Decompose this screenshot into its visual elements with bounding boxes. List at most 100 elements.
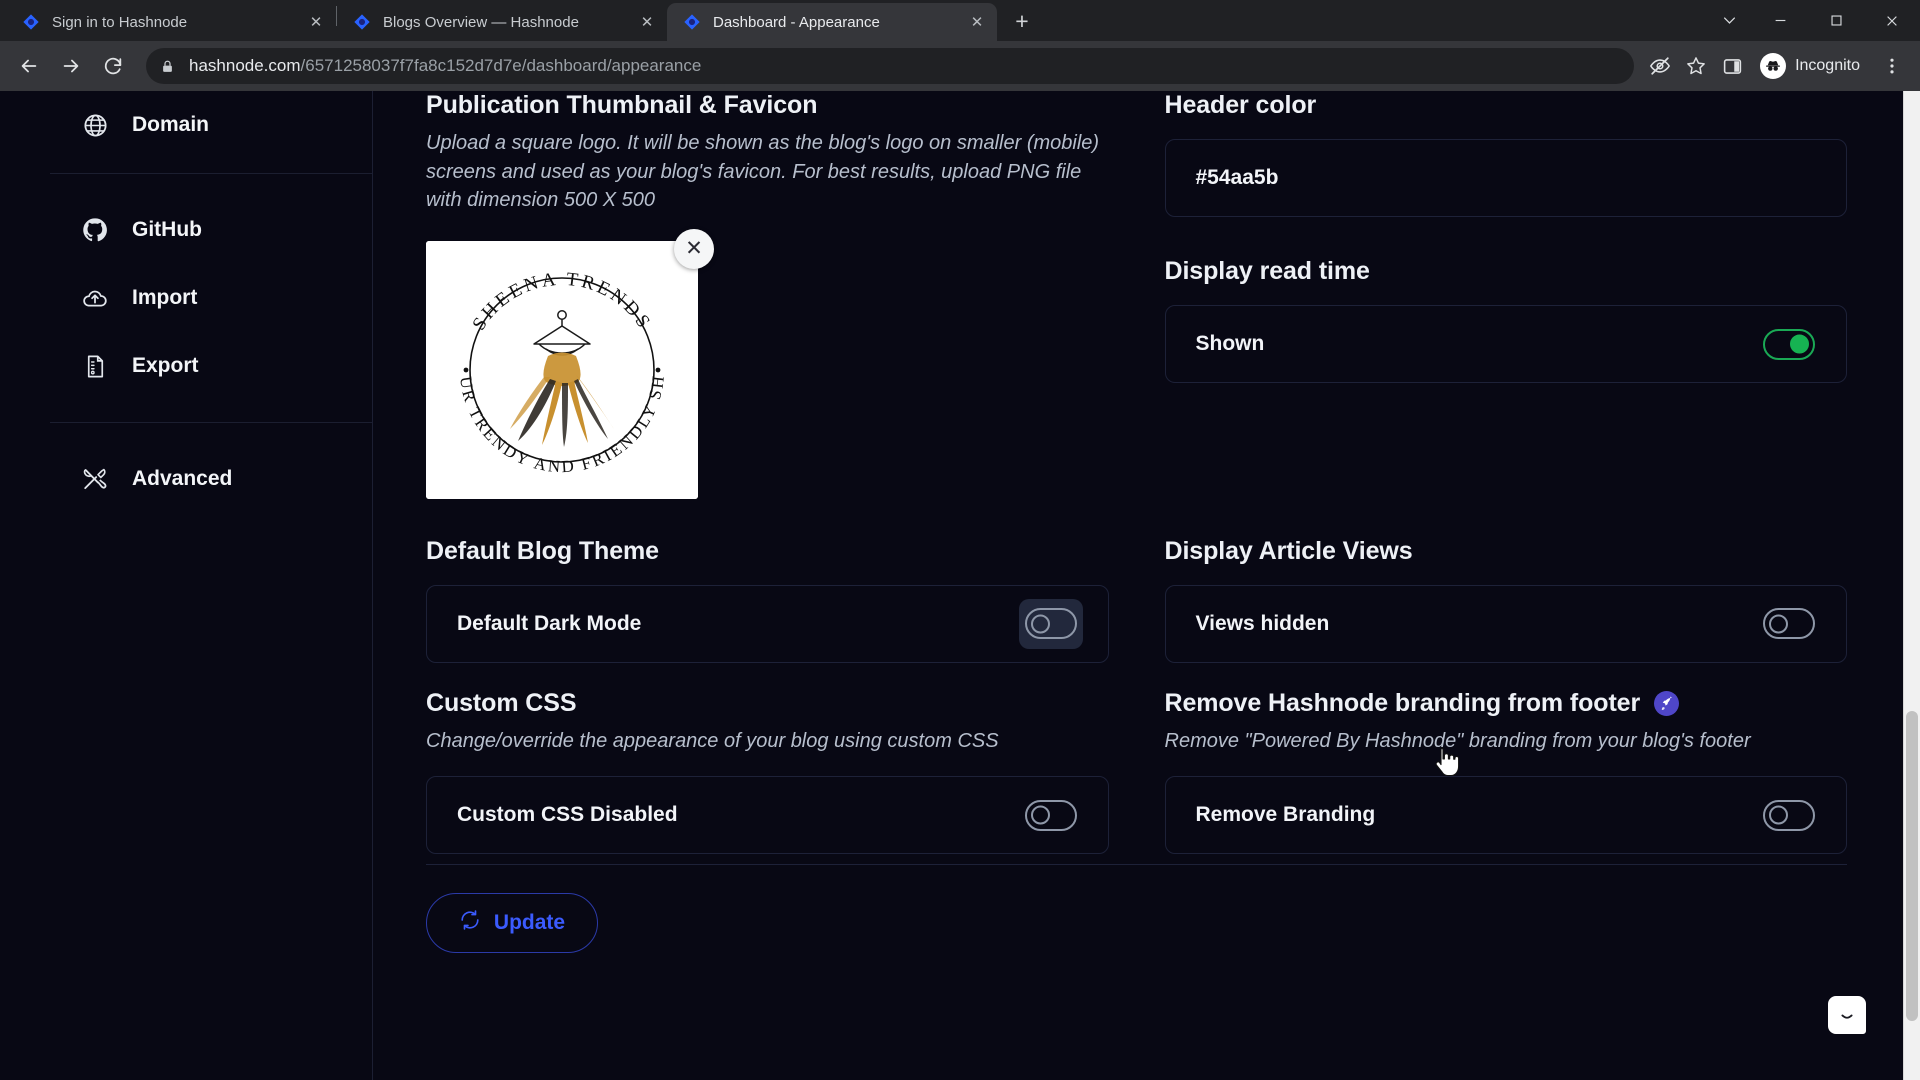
hashnode-favicon-icon xyxy=(353,13,371,31)
header-color-value: #54aa5b xyxy=(1195,166,1279,189)
sidebar-item-import[interactable]: Import xyxy=(50,264,372,332)
url-path: /6571258037f7fa8c152d7d7e/dashboard/appe… xyxy=(300,56,702,75)
star-icon[interactable] xyxy=(1678,48,1714,84)
reload-button[interactable] xyxy=(94,47,132,85)
page-scrollbar-thumb[interactable] xyxy=(1906,711,1918,1021)
remove-branding-toggle[interactable] xyxy=(1763,799,1815,831)
eye-off-icon[interactable] xyxy=(1642,48,1678,84)
blog-theme-toggle[interactable] xyxy=(1024,608,1077,640)
tab-strip: Sign in to Hashnode ✕ Blogs Overview — H… xyxy=(0,0,1920,41)
update-button[interactable]: Update xyxy=(426,893,598,954)
remove-branding-title-row: Remove Hashnode branding from footer xyxy=(1165,689,1848,718)
custom-css-panel: Custom CSS Disabled xyxy=(426,776,1109,855)
github-icon xyxy=(80,215,110,245)
globe-icon xyxy=(80,110,110,140)
remove-branding-state-label: Remove Branding xyxy=(1195,803,1376,827)
settings-grid-bottom: Custom CSS Change/override the appearanc… xyxy=(373,689,1903,855)
remove-branding-panel: Remove Branding xyxy=(1164,776,1847,855)
custom-css-toggle-wrap[interactable] xyxy=(1019,790,1083,840)
publication-logo-image[interactable]: SHEENA TRENDS YOUR TRENDY AND FRIENDLY S… xyxy=(426,240,698,499)
footer-divider-row xyxy=(373,864,1903,866)
blog-theme-column: Default Blog Theme Default Dark Mode xyxy=(426,537,1109,663)
sidebar-item-label: Advanced xyxy=(132,467,233,490)
address-bar[interactable]: hashnode.com/6571258037f7fa8c152d7d7e/da… xyxy=(146,48,1635,84)
lock-icon xyxy=(160,59,175,74)
article-views-column: Display Article Views Views hidden xyxy=(1164,536,1847,663)
browser-toolbar: hashnode.com/6571258037f7fa8c152d7d7e/da… xyxy=(0,41,1920,91)
hashnode-favicon-icon xyxy=(22,13,40,31)
header-color-title: Header color xyxy=(1164,91,1317,119)
settings-grid-top: Publication Thumbnail & Favicon Upload a… xyxy=(373,91,1903,499)
profile-incognito-button[interactable]: Incognito xyxy=(1754,48,1874,84)
chat-bubble-icon[interactable] xyxy=(1828,996,1866,1034)
rocket-icon xyxy=(1654,690,1680,716)
toggle-knob xyxy=(1030,805,1050,825)
side-panel-icon[interactable] xyxy=(1714,48,1750,84)
custom-css-title: Custom CSS xyxy=(426,688,577,717)
settings-grid-middle: Default Blog Theme Default Dark Mode Dis… xyxy=(373,537,1903,663)
sidebar-item-label: Domain xyxy=(132,113,210,136)
forward-button[interactable] xyxy=(52,47,90,85)
tab-title: Blogs Overview — Hashnode xyxy=(383,13,579,31)
sidebar-group-2: GitHub Import Export xyxy=(50,173,372,422)
window-minimize-button[interactable] xyxy=(1752,0,1808,41)
tab-title: Dashboard - Appearance xyxy=(713,13,880,31)
sidebar-group-1: Domain xyxy=(50,91,372,173)
toggle-knob xyxy=(1769,614,1788,634)
read-time-toggle[interactable] xyxy=(1763,328,1815,360)
document-icon xyxy=(80,351,110,381)
header-color-field[interactable]: #54aa5b xyxy=(1164,139,1847,217)
browser-window: Sign in to Hashnode ✕ Blogs Overview — H… xyxy=(0,0,1920,1080)
section-divider xyxy=(426,864,1847,866)
incognito-icon xyxy=(1760,53,1787,79)
browser-tab-1[interactable]: Blogs Overview — Hashnode ✕ xyxy=(337,3,667,41)
custom-css-column: Custom CSS Change/override the appearanc… xyxy=(426,689,1109,855)
window-maximize-button[interactable] xyxy=(1808,0,1864,41)
refresh-icon xyxy=(459,909,481,937)
new-tab-button[interactable]: + xyxy=(1005,4,1039,38)
dashboard-sidebar: Domain GitHub Import Export Advanced xyxy=(0,91,373,1080)
browser-tab-2[interactable]: Dashboard - Appearance ✕ xyxy=(667,3,997,41)
kebab-menu-icon[interactable] xyxy=(1874,48,1910,84)
article-views-panel: Views hidden xyxy=(1164,584,1847,663)
tab-close-button[interactable]: ✕ xyxy=(304,10,328,34)
window-close-button[interactable] xyxy=(1864,0,1920,41)
url-text: hashnode.com/6571258037f7fa8c152d7d7e/da… xyxy=(189,56,701,76)
read-time-title: Display read time xyxy=(1164,257,1370,285)
cloud-upload-icon xyxy=(80,283,110,313)
remove-branding-title: Remove Hashnode branding from footer xyxy=(1164,688,1641,717)
page-viewport: Domain GitHub Import Export Advanced Pub… xyxy=(0,91,1920,1080)
article-views-toggle-wrap[interactable] xyxy=(1757,599,1821,649)
browser-tab-0[interactable]: Sign in to Hashnode ✕ xyxy=(6,3,336,41)
tools-icon xyxy=(80,464,110,494)
back-button[interactable] xyxy=(10,47,48,85)
update-button-label: Update xyxy=(493,911,566,935)
read-time-state-label: Shown xyxy=(1195,332,1265,355)
article-views-toggle[interactable] xyxy=(1763,608,1815,640)
blog-theme-state-label: Default Dark Mode xyxy=(457,611,642,635)
page-scrollbar[interactable] xyxy=(1903,91,1920,1080)
toggle-knob xyxy=(1030,614,1050,634)
tab-close-button[interactable]: ✕ xyxy=(635,10,659,34)
thumbnail-preview-wrapper: SHEENA TRENDS YOUR TRENDY AND FRIENDLY S… xyxy=(426,228,714,499)
sidebar-item-advanced[interactable]: Advanced xyxy=(50,445,372,513)
remove-branding-toggle-wrap[interactable] xyxy=(1757,790,1821,840)
sidebar-item-domain[interactable]: Domain xyxy=(50,91,372,159)
article-views-state-label: Views hidden xyxy=(1195,611,1330,635)
custom-css-toggle[interactable] xyxy=(1024,799,1077,831)
tab-search-chevron-down-icon[interactable] xyxy=(1706,0,1752,41)
article-views-title: Display Article Views xyxy=(1164,536,1413,565)
remove-thumbnail-button[interactable]: ✕ xyxy=(674,228,714,269)
tab-close-button[interactable]: ✕ xyxy=(965,10,989,34)
sidebar-item-label: GitHub xyxy=(132,218,202,241)
blog-theme-toggle-wrap[interactable] xyxy=(1018,598,1083,649)
thumbnail-section-description: Upload a square logo. It will be shown a… xyxy=(426,132,1100,212)
read-time-toggle-wrap[interactable] xyxy=(1757,319,1821,369)
appearance-settings-content: Publication Thumbnail & Favicon Upload a… xyxy=(373,91,1903,1080)
sidebar-item-github[interactable]: GitHub xyxy=(50,196,372,264)
hashnode-favicon-icon xyxy=(683,13,701,31)
url-domain: hashnode.com xyxy=(189,56,301,75)
tab-title: Sign in to Hashnode xyxy=(52,13,188,31)
right-top-column: Header color #54aa5b Display read time S… xyxy=(1164,91,1847,499)
sidebar-item-export[interactable]: Export xyxy=(50,332,372,400)
